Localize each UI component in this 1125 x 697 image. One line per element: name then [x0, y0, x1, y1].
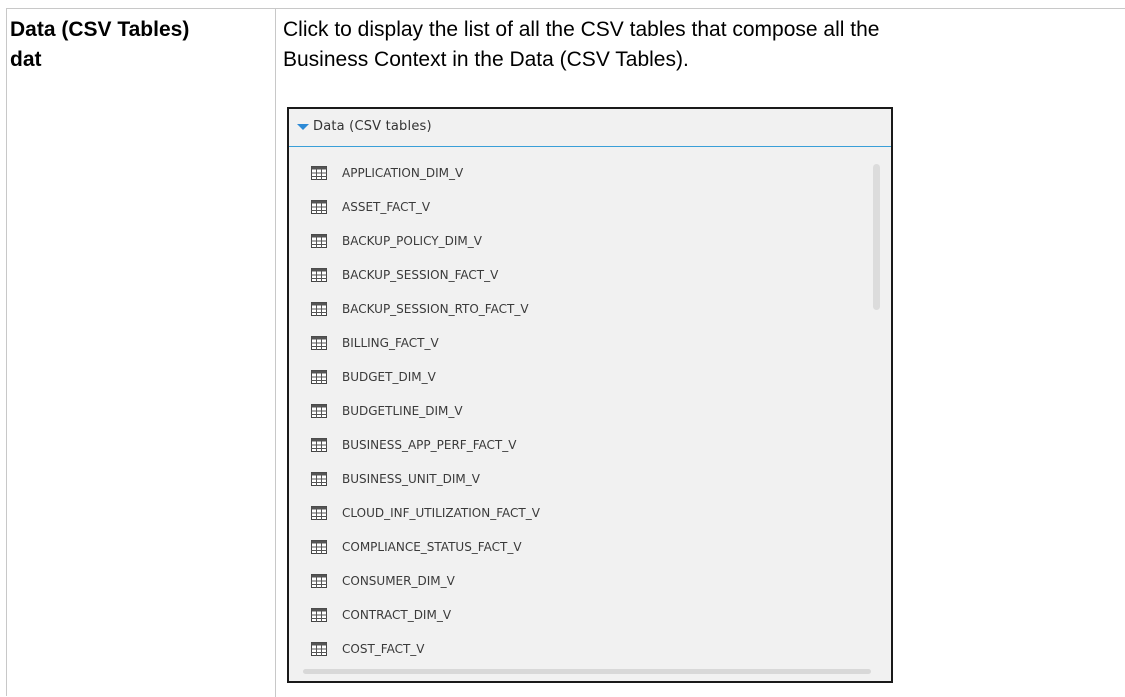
list-item-label: APPLICATION_DIM_V: [342, 166, 464, 180]
list-item-label: COST_FACT_V: [342, 642, 425, 656]
list-item[interactable]: APPLICATION_DIM_V: [289, 163, 859, 197]
list-item-label: BUSINESS_UNIT_DIM_V: [342, 472, 480, 486]
list-item[interactable]: BUSINESS_UNIT_DIM_V: [289, 469, 859, 503]
list-item-label: CONTRACT_DIM_V: [342, 608, 452, 622]
list-item-label: BILLING_FACT_V: [342, 336, 439, 350]
list-item[interactable]: ASSET_FACT_V: [289, 197, 859, 231]
table-icon: [311, 302, 327, 316]
list-item-label: BACKUP_SESSION_RTO_FACT_V: [342, 302, 529, 316]
list-item[interactable]: BILLING_FACT_V: [289, 333, 859, 367]
list-item[interactable]: CLOUD_INF_UTILIZATION_FACT_V: [289, 503, 859, 537]
list-item[interactable]: BUSINESS_APP_PERF_FACT_V: [289, 435, 859, 469]
list-item[interactable]: BACKUP_SESSION_RTO_FACT_V: [289, 299, 859, 333]
vertical-scrollbar[interactable]: [873, 164, 880, 310]
term-line-2: dat: [10, 48, 42, 71]
list-item[interactable]: CONSUMER_DIM_V: [289, 571, 859, 605]
description-line-2: Business Context in the Data (CSV Tables…: [283, 48, 689, 71]
term-label: Data (CSV Tables) dat: [10, 15, 189, 75]
list-item-label: BUDGETLINE_DIM_V: [342, 404, 463, 418]
caret-down-icon[interactable]: [297, 124, 309, 130]
list-item[interactable]: CONTRACT_DIM_V: [289, 605, 859, 639]
description: Click to display the list of all the CSV…: [283, 15, 1083, 75]
panel-header-toggle[interactable]: Data (CSV tables): [289, 109, 891, 147]
panel-title: Data (CSV tables): [313, 119, 432, 134]
list-item-label: BACKUP_POLICY_DIM_V: [342, 234, 482, 248]
list-item[interactable]: BUDGET_DIM_V: [289, 367, 859, 401]
table-icon: [311, 438, 327, 452]
table-icon: [311, 608, 327, 622]
table-icon: [311, 336, 327, 350]
csv-table-list: APPLICATION_DIM_V ASSET_FACT_V BACKUP_POLI…: [289, 163, 869, 673]
table-icon: [311, 540, 327, 554]
list-item-label: COMPLIANCE_STATUS_FACT_V: [342, 540, 522, 554]
list-item[interactable]: COST_FACT_V: [289, 639, 859, 673]
horizontal-scrollbar[interactable]: [303, 669, 871, 674]
description-line-1: Click to display the list of all the CSV…: [283, 18, 880, 41]
table-icon: [311, 404, 327, 418]
table-icon: [311, 472, 327, 486]
list-item-label: ASSET_FACT_V: [342, 200, 431, 214]
table-icon: [311, 642, 327, 656]
term-cell: [7, 9, 276, 697]
list-item-label: BUSINESS_APP_PERF_FACT_V: [342, 438, 517, 452]
term-line-1: Data (CSV Tables): [10, 18, 190, 41]
list-item-label: BUDGET_DIM_V: [342, 370, 436, 384]
table-icon: [311, 506, 327, 520]
list-item-label: BACKUP_SESSION_FACT_V: [342, 268, 499, 282]
list-item[interactable]: BUDGETLINE_DIM_V: [289, 401, 859, 435]
table-icon: [311, 200, 327, 214]
table-icon: [311, 166, 327, 180]
list-item-label: CONSUMER_DIM_V: [342, 574, 455, 588]
table-icon: [311, 268, 327, 282]
list-item[interactable]: BACKUP_POLICY_DIM_V: [289, 231, 859, 265]
table-icon: [311, 370, 327, 384]
list-item[interactable]: COMPLIANCE_STATUS_FACT_V: [289, 537, 859, 571]
list-item-label: CLOUD_INF_UTILIZATION_FACT_V: [342, 506, 540, 520]
table-icon: [311, 234, 327, 248]
list-item[interactable]: BACKUP_SESSION_FACT_V: [289, 265, 859, 299]
table-icon: [311, 574, 327, 588]
csv-tables-panel: Data (CSV tables) APPLICATION_DIM_V ASSET…: [287, 107, 893, 683]
